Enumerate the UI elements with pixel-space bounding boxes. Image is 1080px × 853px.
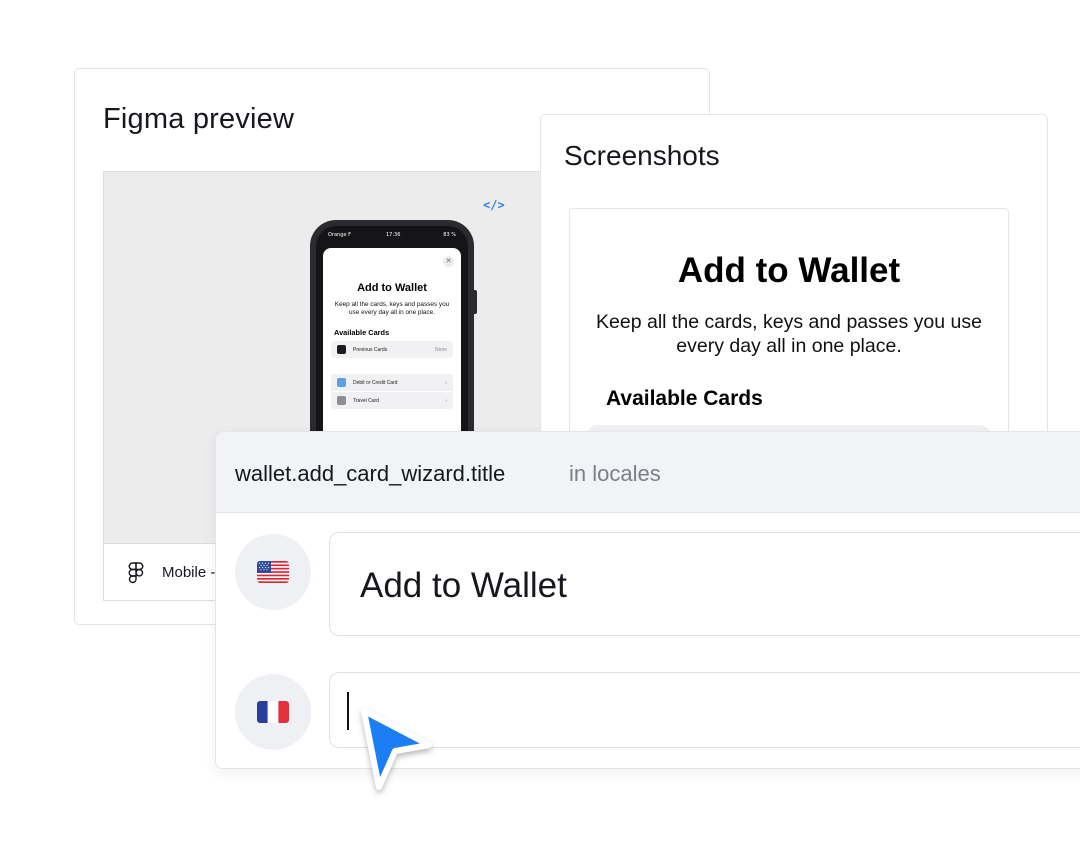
mouse-pointer-icon — [361, 708, 432, 790]
phone-screen: Orange F 17:36 83 % ✕ Add to Wallet Keep… — [316, 226, 468, 460]
status-carrier: Orange F — [328, 232, 351, 238]
sheet-row-travel-card: Travel Card › — [331, 392, 453, 409]
row-label: Travel Card — [353, 398, 379, 404]
screenshots-title: Screenshots — [564, 140, 720, 171]
figma-file-name[interactable]: Mobile - — [162, 564, 215, 581]
locale-avatar-fr — [235, 674, 311, 750]
row-value: None — [435, 347, 447, 353]
close-icon: ✕ — [443, 256, 454, 267]
fr-flag-icon — [257, 701, 289, 723]
chevron-right-icon: › — [445, 398, 447, 404]
us-flag-icon — [257, 561, 289, 583]
screenshot-heading: Add to Wallet — [677, 251, 901, 290]
locale-avatar-en — [235, 534, 311, 610]
phone-mockup: Orange F 17:36 83 % ✕ Add to Wallet Keep… — [310, 220, 474, 460]
sheet-row-debit-card: Debit or Credit Card › — [331, 374, 453, 391]
figma-preview-title: Figma preview — [103, 103, 295, 135]
sheet-section-title: Available Cards — [334, 328, 390, 337]
sheet-row-previous-cards: Previous Cards None — [331, 341, 453, 358]
translation-key-context: in locales — [569, 461, 661, 486]
translation-input-fr[interactable] — [329, 672, 1080, 748]
translation-input-en[interactable]: Add to Wallet — [329, 532, 1080, 636]
credit-card-icon — [337, 378, 346, 387]
chevron-right-icon: › — [445, 380, 447, 386]
text-caret — [347, 692, 349, 730]
row-label: Previous Cards — [353, 347, 388, 353]
row-label: Debit or Credit Card — [353, 380, 398, 386]
embed-code-icon[interactable]: </> — [483, 198, 505, 212]
sheet-description: Keep all the cards, keys and passes you … — [334, 301, 450, 316]
phone-status-bar: Orange F 17:36 83 % — [316, 232, 468, 242]
wallet-sheet: ✕ Add to Wallet Keep all the cards, keys… — [323, 248, 461, 460]
translation-key-header: wallet.add_card_wizard.title in locales — [216, 432, 1080, 513]
status-battery: 83 % — [443, 232, 456, 238]
figma-logo-icon — [128, 562, 144, 584]
screenshot-description: Keep all the cards, keys and passes you … — [596, 311, 982, 357]
phone-side-button — [474, 290, 477, 314]
screenshot-image[interactable]: Add to Wallet Keep all the cards, keys a… — [569, 208, 1009, 468]
screenshot-section-title: Available Cards — [606, 387, 763, 410]
screenshots-card: Screenshots Add to Wallet Keep all the c… — [540, 114, 1048, 468]
status-time: 17:36 — [386, 232, 401, 238]
sheet-title: Add to Wallet — [357, 282, 427, 294]
translation-value-en: Add to Wallet — [360, 566, 567, 605]
train-icon — [337, 396, 346, 405]
translation-panel: wallet.add_card_wizard.title in locales — [215, 431, 1080, 769]
wallet-icon — [337, 345, 346, 354]
translation-key-name: wallet.add_card_wizard.title — [235, 461, 506, 486]
